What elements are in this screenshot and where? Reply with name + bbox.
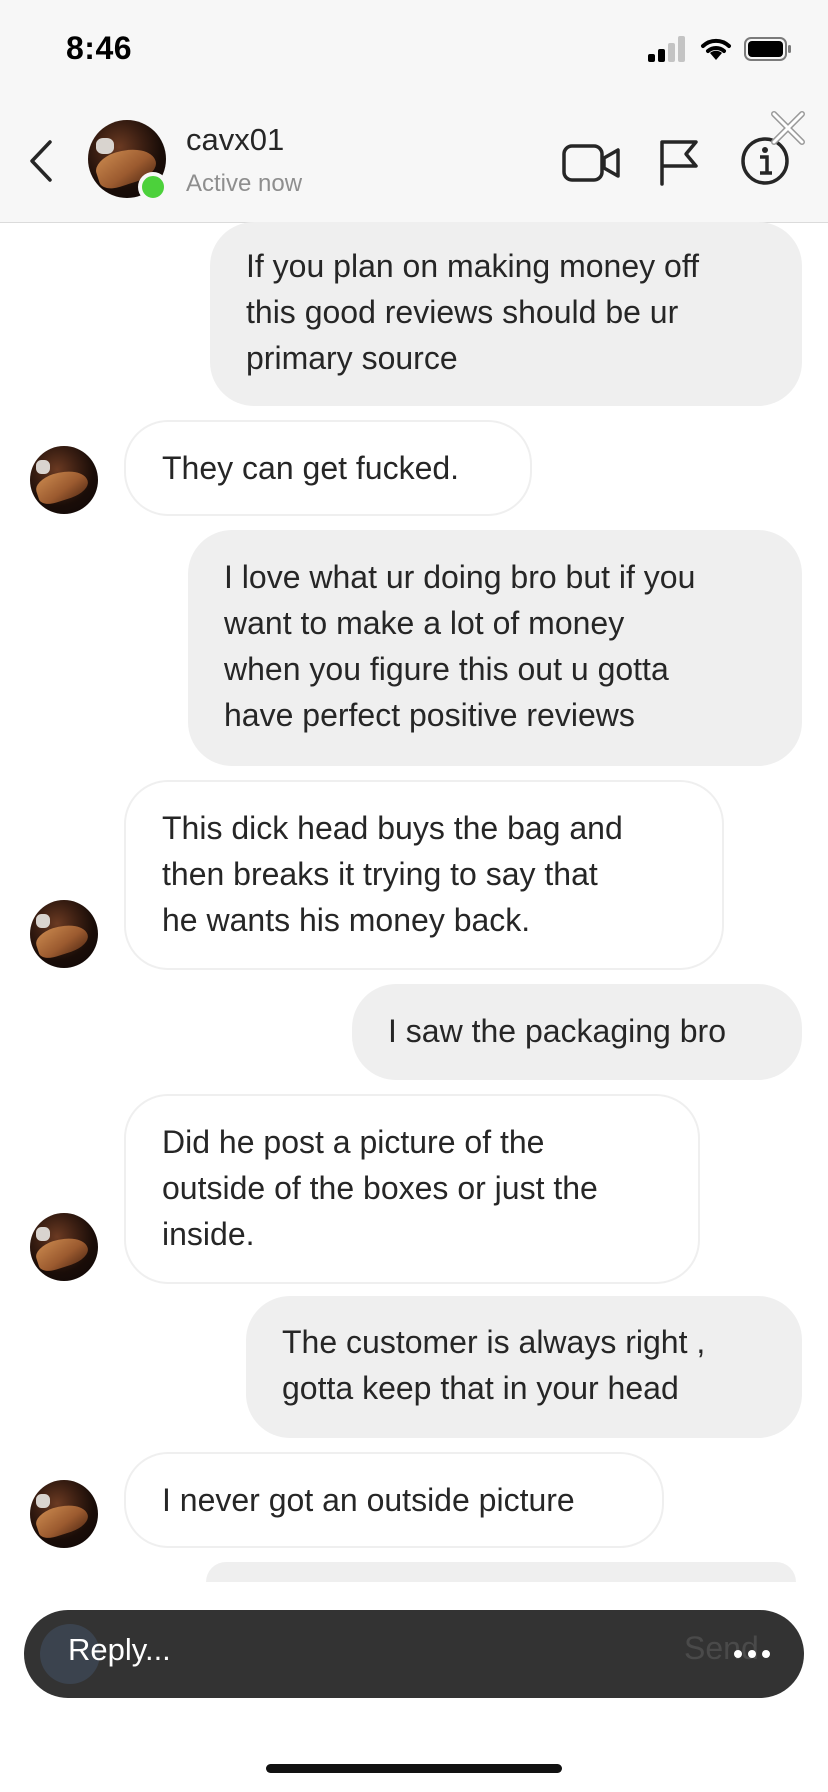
status-time: 8:46 xyxy=(66,30,133,66)
message-text: this good reviews should be ur xyxy=(246,294,679,330)
message-text: he wants his money back. xyxy=(162,902,531,938)
message-bubble-received[interactable]: Did he post a picture of the outside of … xyxy=(124,1094,700,1284)
profile-avatar[interactable] xyxy=(88,120,170,202)
sender-avatar[interactable] xyxy=(30,900,98,968)
battery-icon xyxy=(744,37,791,61)
sender-avatar[interactable] xyxy=(30,446,98,514)
message-bubble-sent[interactable]: I saw the packaging bro xyxy=(352,984,802,1080)
message-text: gotta keep that in your head xyxy=(282,1370,679,1406)
conversation-header: cavx01 Active now xyxy=(0,100,828,223)
close-icon[interactable] xyxy=(766,106,810,150)
message-text: inside. xyxy=(162,1216,255,1252)
cellular-signal-icon xyxy=(648,36,688,62)
message-text: I saw the packaging bro xyxy=(388,1013,726,1049)
message-bubble-received[interactable]: This dick head buys the bag and then bre… xyxy=(124,780,724,970)
message-bubble-sent[interactable]: The customer is always right , gotta kee… xyxy=(246,1296,802,1438)
message-text: outside of the boxes or just the xyxy=(162,1170,598,1206)
message-text: If you plan on making money off xyxy=(246,248,700,284)
message-bubble-received[interactable]: They can get fucked. xyxy=(124,420,532,516)
back-chevron-icon[interactable] xyxy=(22,136,62,186)
wifi-icon xyxy=(701,38,731,60)
home-indicator[interactable] xyxy=(266,1764,562,1773)
message-text: then breaks it trying to say that xyxy=(162,856,598,892)
status-bar: 8:46 xyxy=(0,0,828,100)
message-bubble-received[interactable]: I never got an outside picture xyxy=(124,1452,664,1548)
message-text: The customer is always right , xyxy=(282,1324,706,1360)
message-text: This dick head buys the bag and xyxy=(162,810,623,846)
message-text: when you figure this out u gotta xyxy=(224,651,669,687)
active-status-text: Active now xyxy=(186,170,303,197)
message-text: primary source xyxy=(246,340,458,376)
message-text: want to make a lot of money xyxy=(224,605,625,641)
message-text: I never got an outside picture xyxy=(162,1482,575,1518)
conversation-username[interactable]: cavx01 xyxy=(186,122,284,158)
message-text: Did he post a picture of the xyxy=(162,1124,545,1160)
sender-avatar[interactable] xyxy=(30,1480,98,1548)
message-text: I love what ur doing bro but if you xyxy=(224,559,696,595)
more-horizontal-icon[interactable] xyxy=(730,1640,774,1668)
reply-placeholder: Reply... xyxy=(68,1632,171,1667)
message-text: They can get fucked. xyxy=(162,450,460,486)
message-bubble-partial[interactable] xyxy=(206,1562,796,1582)
reply-input[interactable]: Reply... Send xyxy=(24,1610,804,1698)
flag-icon[interactable] xyxy=(656,138,702,186)
message-bubble-sent[interactable]: If you plan on making money off this goo… xyxy=(210,222,802,406)
active-status-dot xyxy=(138,172,168,202)
sender-avatar[interactable] xyxy=(30,1213,98,1281)
message-bubble-sent[interactable]: I love what ur doing bro but if you want… xyxy=(188,530,802,766)
message-text: have perfect positive reviews xyxy=(224,697,635,733)
video-camera-icon[interactable] xyxy=(562,142,622,184)
